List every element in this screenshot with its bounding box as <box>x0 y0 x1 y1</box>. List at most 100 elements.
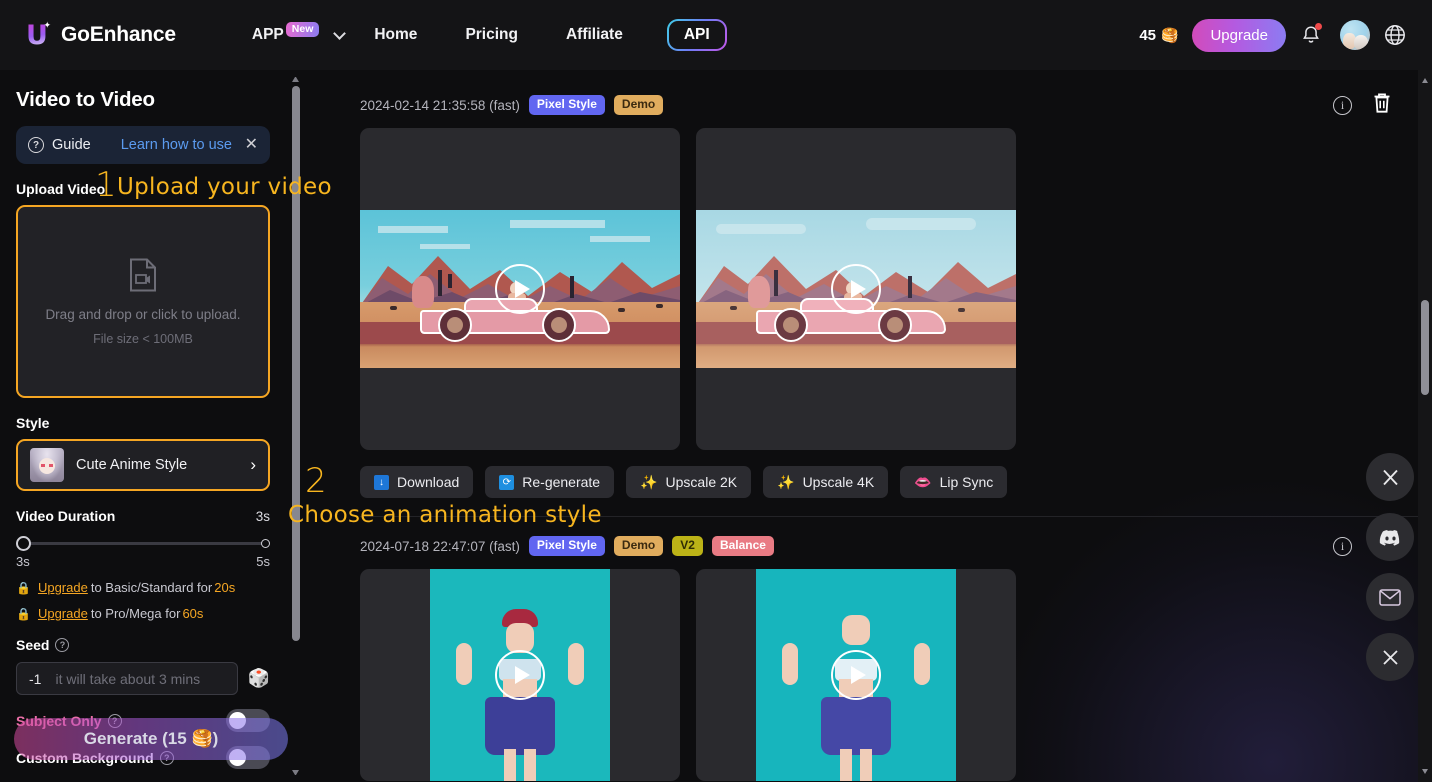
download-button[interactable]: ↓ Download <box>360 466 473 498</box>
upgrade-link-basic[interactable]: Upgrade <box>38 580 88 595</box>
discord-icon <box>1379 528 1402 546</box>
dice-icon[interactable]: 🎲 <box>248 668 270 689</box>
learn-how-to-use-link[interactable]: Learn how to use <box>121 137 232 153</box>
video-duration-label: Video Duration <box>16 508 115 524</box>
goenhance-app: U✦ GoEnhance APP New Home Pricing Affili… <box>0 0 1432 782</box>
tag-demo: Demo <box>614 95 663 115</box>
seed-value: -1 <box>29 671 41 687</box>
tag-pixel-style: Pixel Style <box>529 95 605 115</box>
video-file-icon <box>128 258 158 297</box>
play-icon[interactable] <box>495 650 545 700</box>
upload-hint-text: Drag and drop or click to upload. <box>45 307 240 322</box>
slider-handle-max[interactable] <box>261 539 270 548</box>
upgrade-button[interactable]: Upgrade <box>1192 19 1286 52</box>
nav-app-label: APP <box>252 26 284 44</box>
credits-display[interactable]: 45 🥞 <box>1139 27 1178 44</box>
nav-item-pricing[interactable]: Pricing <box>441 18 542 52</box>
close-icon[interactable]: ✕ <box>245 137 258 153</box>
style-label: Style <box>16 415 270 431</box>
person-left <box>748 276 770 308</box>
upgrade-text-pro: to Pro/Mega for <box>91 606 181 621</box>
sparkles-icon: ✨ <box>640 475 657 489</box>
upscale-2k-button[interactable]: ✨ Upscale 2K <box>626 466 751 498</box>
upgrade-hint-pro: 🔒 Upgrade to Pro/Mega for 60s <box>16 606 270 621</box>
main-scrollbar-thumb[interactable] <box>1421 300 1429 395</box>
result-row: 2024-07-18 22:47:07 (fast) Pixel Style D… <box>302 517 1432 781</box>
result-video-card[interactable] <box>696 569 1016 781</box>
slider-handle-min[interactable] <box>16 536 31 551</box>
new-badge: New <box>286 22 320 37</box>
lock-icon: 🔒 <box>16 581 31 595</box>
tag-pixel-style: Pixel Style <box>529 536 605 556</box>
upgrade-hint-basic: 🔒 Upgrade to Basic/Standard for 20s <box>16 580 270 595</box>
play-icon[interactable] <box>831 264 881 314</box>
upscale-2k-label: Upscale 2K <box>666 474 738 490</box>
main-nav: APP New Home Pricing Affiliate API <box>228 18 747 52</box>
lip-sync-button[interactable]: 👄 Lip Sync <box>900 466 1007 498</box>
x-icon <box>1381 468 1400 487</box>
seed-input[interactable]: -1 it will take about 3 mins <box>16 662 238 695</box>
video-upload-dropzone[interactable]: Drag and drop or click to upload. File s… <box>16 205 270 398</box>
regenerate-label: Re-generate <box>522 474 600 490</box>
seed-label: Seed <box>16 637 49 653</box>
trash-icon[interactable] <box>1372 92 1392 119</box>
video-pair <box>360 128 1392 450</box>
email-button[interactable] <box>1366 573 1414 621</box>
slider-range-labels: 3s 5s <box>16 554 270 569</box>
language-globe-icon[interactable] <box>1376 16 1414 54</box>
sparkles-icon: ✨ <box>777 475 794 489</box>
sidebar-scrollbar[interactable] <box>289 70 302 782</box>
notification-bell-icon[interactable] <box>1292 16 1330 54</box>
result-header: 2024-07-18 22:47:07 (fast) Pixel Style D… <box>360 529 1392 563</box>
floating-social-buttons <box>1366 453 1414 681</box>
guide-banner[interactable]: ? Guide Learn how to use ✕ <box>16 126 270 164</box>
style-selector[interactable]: Cute Anime Style › <box>16 439 270 491</box>
play-icon[interactable] <box>495 264 545 314</box>
upgrade-link-pro[interactable]: Upgrade <box>38 606 88 621</box>
upload-video-label: Upload Video <box>16 181 270 197</box>
lock-icon: 🔒 <box>16 607 31 621</box>
main-scrollbar[interactable] <box>1418 70 1432 782</box>
sidebar-scrollbar-thumb[interactable] <box>292 86 300 641</box>
source-video-card[interactable] <box>360 128 680 450</box>
tag-demo: Demo <box>614 536 663 556</box>
top-header: U✦ GoEnhance APP New Home Pricing Affili… <box>0 0 1432 70</box>
regenerate-button[interactable]: ⟳ Re-generate <box>485 466 614 498</box>
close-floaters-button[interactable] <box>1366 633 1414 681</box>
slider-track <box>20 542 266 545</box>
nav-item-app[interactable]: APP New <box>228 18 350 52</box>
info-circle-icon[interactable]: i <box>1333 537 1352 556</box>
video-pair <box>360 569 1392 781</box>
twitter-x-button[interactable] <box>1366 453 1414 501</box>
duration-header: Video Duration 3s <box>16 508 270 524</box>
scroll-up-arrow-icon[interactable] <box>1422 78 1428 83</box>
results-area: 2024-02-14 21:35:58 (fast) Pixel Style D… <box>302 70 1432 782</box>
scroll-down-arrow-icon[interactable] <box>1422 769 1428 774</box>
source-video-card[interactable] <box>360 569 680 781</box>
result-header: 2024-02-14 21:35:58 (fast) Pixel Style D… <box>360 88 1392 122</box>
nav-item-api[interactable]: API <box>669 21 725 49</box>
chevron-right-icon[interactable]: › <box>250 455 256 475</box>
duration-slider[interactable] <box>16 534 270 552</box>
brand-logo-group[interactable]: U✦ GoEnhance <box>22 19 176 51</box>
scroll-down-arrow-icon[interactable] <box>292 770 299 775</box>
settings-panel-content: Video to Video ? Guide Learn how to use … <box>0 70 286 769</box>
scroll-up-arrow-icon[interactable] <box>292 77 299 82</box>
result-timestamp: 2024-02-14 21:35:58 (fast) <box>360 98 520 113</box>
slider-min-label: 3s <box>16 554 30 569</box>
chevron-down-icon[interactable] <box>333 27 346 40</box>
nav-item-home[interactable]: Home <box>350 18 441 52</box>
play-icon[interactable] <box>831 650 881 700</box>
style-name: Cute Anime Style <box>76 457 187 473</box>
discord-button[interactable] <box>1366 513 1414 561</box>
upscale-4k-button[interactable]: ✨ Upscale 4K <box>763 466 888 498</box>
info-circle-icon[interactable]: i <box>1333 96 1352 115</box>
question-circle-icon[interactable]: ? <box>55 638 69 652</box>
brand-name: GoEnhance <box>61 23 176 47</box>
result-video-card[interactable] <box>696 128 1016 450</box>
nav-item-affiliate[interactable]: Affiliate <box>542 18 647 52</box>
question-circle-icon: ? <box>28 137 44 153</box>
user-avatar[interactable] <box>1340 20 1370 50</box>
result-row: 2024-02-14 21:35:58 (fast) Pixel Style D… <box>302 70 1432 498</box>
generate-button[interactable]: Generate (15 🥞) <box>14 718 288 760</box>
